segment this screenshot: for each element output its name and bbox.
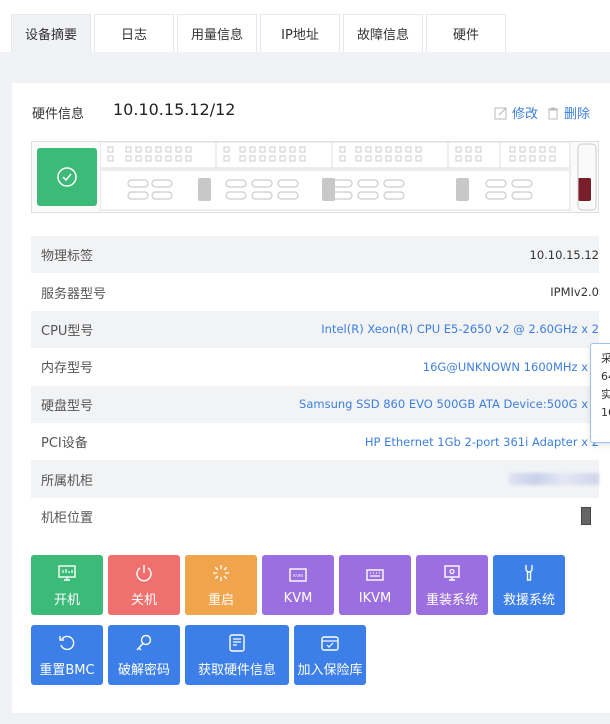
vault-icon	[321, 635, 339, 651]
tooltip-line: 16	[601, 406, 610, 419]
keyboard-icon	[366, 568, 384, 581]
tab-hardware[interactable]: 硬件	[426, 14, 506, 52]
power-off-button[interactable]: 关机	[108, 555, 180, 615]
restart-button[interactable]: 重启	[185, 555, 257, 615]
delete-label: 删除	[563, 107, 590, 122]
server-status-ok	[37, 148, 97, 206]
info-key: 内存型号	[41, 361, 94, 377]
info-row-memory: 内存型号 16G@UNKNOWN 1600MHz x 4	[31, 348, 599, 385]
ikvm-button[interactable]: IKVM	[339, 555, 411, 615]
crack-password-label: 破解密码	[117, 662, 170, 678]
reset-bmc-label: 重置BMC	[39, 662, 95, 678]
info-key: 所属机柜	[41, 473, 94, 489]
reset-icon	[59, 635, 75, 650]
ikvm-label: IKVM	[358, 590, 392, 606]
crack-password-button[interactable]: 破解密码	[108, 625, 180, 685]
info-row-physical-tag: 物理标签 10.10.15.12	[31, 236, 600, 274]
device-ip: 10.10.15.12/12	[113, 100, 236, 119]
kvm-label: KVM	[283, 590, 313, 606]
get-hardware-info-label: 获取硬件信息	[197, 662, 276, 678]
info-key: PCI设备	[41, 436, 88, 452]
tooltip-line: 采	[601, 352, 610, 365]
info-value-link[interactable]: Samsung SSD 860 EVO 500GB ATA Device:500…	[299, 397, 599, 411]
info-row-server-model: 服务器型号 IPMIv2.0	[31, 273, 599, 310]
tab-logs[interactable]: 日志	[94, 14, 174, 52]
info-row-rack: 所属机柜	[31, 460, 599, 498]
get-hardware-info-button[interactable]: 获取硬件信息	[185, 625, 289, 685]
loading-icon	[213, 564, 229, 581]
tab-usage[interactable]: 用量信息	[177, 14, 257, 52]
add-to-vault-button[interactable]: 加入保险库	[294, 625, 366, 685]
tab-bar: 设备摘要 日志 用量信息 IP地址 故障信息 硬件	[0, 0, 610, 52]
chassis-drawing	[100, 142, 597, 211]
info-row-pci: PCI设备 HP Ethernet 1Gb 2-port 361i Adapte…	[31, 423, 599, 460]
hardware-card: 硬件信息 10.10.15.12/12 修改 删除 物理标签 10.10.15.…	[12, 83, 610, 713]
server-chassis-illustration	[31, 141, 599, 213]
kvm-button[interactable]: KVM KVM	[262, 555, 334, 615]
tab-faults[interactable]: 故障信息	[343, 14, 423, 52]
header-actions: 修改 删除	[486, 103, 590, 122]
rack-icon	[581, 507, 591, 526]
wrench-icon	[525, 564, 533, 581]
desktop-settings-icon	[444, 564, 460, 581]
tab-summary[interactable]: 设备摘要	[11, 14, 91, 52]
tooltip-line: 64	[601, 370, 610, 383]
monitor-icon	[58, 564, 76, 581]
info-key: CPU型号	[41, 323, 94, 339]
rescue-system-label: 救援系统	[502, 592, 555, 608]
info-key: 服务器型号	[41, 286, 107, 302]
delete-button[interactable]: 删除	[546, 103, 590, 122]
restart-label: 重启	[207, 592, 234, 608]
edit-icon	[494, 107, 507, 119]
info-value-link[interactable]: HP Ethernet 1Gb 2-port 361i Adapter x 2	[365, 435, 599, 449]
key-icon	[136, 634, 152, 650]
power-on-button[interactable]: 开机	[31, 555, 103, 615]
info-key: 物理标签	[41, 249, 94, 265]
info-key: 机柜位置	[41, 510, 94, 526]
edit-label: 修改	[511, 107, 538, 122]
power-on-label: 开机	[53, 592, 80, 608]
info-key: 硬盘型号	[41, 398, 94, 414]
power-off-label: 关机	[130, 592, 157, 608]
info-value: IPMIv2.0	[550, 285, 599, 300]
reinstall-os-button[interactable]: 重装系统	[416, 555, 488, 615]
info-value: 10.10.15.12	[529, 247, 600, 262]
info-row-rack-position: 机柜位置	[31, 498, 599, 535]
hardware-info-table: 物理标签 10.10.15.12 服务器型号 IPMIv2.0 CPU型号 In…	[31, 236, 599, 535]
redacted-value	[509, 473, 599, 486]
info-row-cpu: CPU型号 Intel(R) Xeon(R) CPU E5-2650 v2 @ …	[31, 310, 599, 349]
memory-tooltip: 采 64 实 16	[590, 343, 610, 443]
check-circle-icon	[57, 167, 77, 187]
kvm-icon: KVM	[289, 567, 307, 582]
document-icon	[229, 633, 245, 652]
reinstall-os-label: 重装系统	[425, 592, 478, 608]
hardware-info-label: 硬件信息	[32, 107, 85, 122]
info-value-link[interactable]: 16G@UNKNOWN 1600MHz x 4	[423, 360, 599, 374]
power-icon	[136, 564, 152, 581]
rescue-system-button[interactable]: 救援系统	[493, 555, 565, 615]
trash-icon	[547, 107, 558, 119]
tooltip-line: 实	[601, 388, 610, 401]
tab-ip[interactable]: IP地址	[260, 14, 340, 52]
info-row-disk: 硬盘型号 Samsung SSD 860 EVO 500GB ATA Devic…	[31, 385, 599, 423]
add-to-vault-label: 加入保险库	[297, 662, 363, 678]
svg-text:KVM: KVM	[293, 573, 303, 578]
edit-button[interactable]: 修改	[494, 103, 538, 122]
info-value-link[interactable]: Intel(R) Xeon(R) CPU E5-2650 v2 @ 2.60GH…	[321, 322, 599, 336]
reset-bmc-button[interactable]: 重置BMC	[31, 625, 103, 685]
